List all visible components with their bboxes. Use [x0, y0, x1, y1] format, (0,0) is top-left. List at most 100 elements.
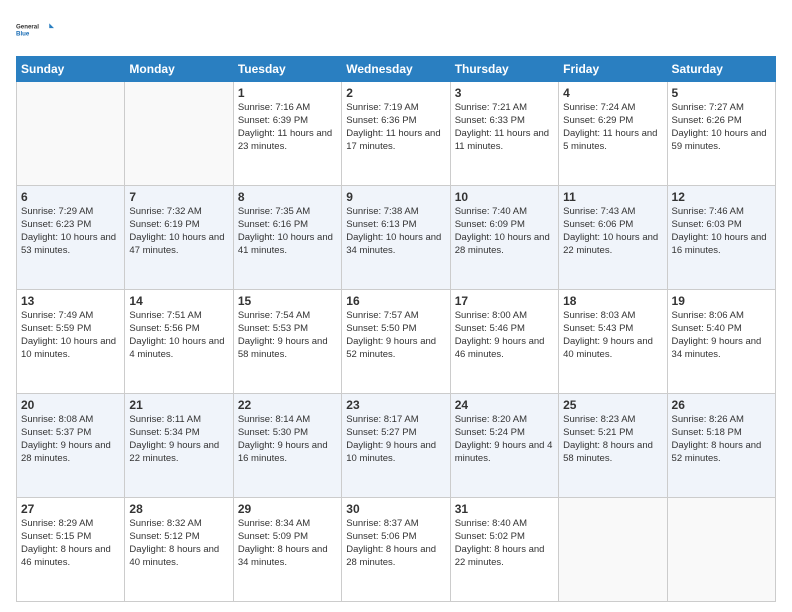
week-row-1: 1Sunrise: 7:16 AM Sunset: 6:39 PM Daylig… — [17, 82, 776, 186]
day-info-line: Sunset: 6:26 PM — [672, 115, 742, 126]
day-info-line: Daylight: 9 hours and 52 minutes. — [346, 336, 436, 360]
day-info-line: Sunrise: 8:32 AM — [129, 518, 201, 529]
header-wednesday: Wednesday — [342, 57, 450, 82]
day-info-line: Sunrise: 8:23 AM — [563, 414, 635, 425]
day-info-line: Sunrise: 7:21 AM — [455, 102, 527, 113]
day-cell: 2Sunrise: 7:19 AM Sunset: 6:36 PM Daylig… — [342, 82, 450, 186]
day-info-line: Sunset: 6:09 PM — [455, 219, 525, 230]
day-info-line: Sunset: 5:12 PM — [129, 531, 199, 542]
day-info-line: Sunset: 5:18 PM — [672, 427, 742, 438]
day-info-line: Daylight: 10 hours and 53 minutes. — [21, 232, 116, 256]
day-number: 4 — [563, 85, 662, 101]
day-cell: 15Sunrise: 7:54 AM Sunset: 5:53 PM Dayli… — [233, 290, 341, 394]
day-info-line: Daylight: 9 hours and 22 minutes. — [129, 440, 219, 464]
day-info-line: Sunrise: 7:27 AM — [672, 102, 744, 113]
day-info-line: Sunset: 5:50 PM — [346, 323, 416, 334]
day-info-line: Sunset: 6:16 PM — [238, 219, 308, 230]
day-info-line: Sunset: 5:59 PM — [21, 323, 91, 334]
svg-text:Blue: Blue — [16, 31, 30, 38]
day-info-line: Daylight: 10 hours and 4 minutes. — [129, 336, 224, 360]
day-cell — [17, 82, 125, 186]
day-info-line: Daylight: 8 hours and 58 minutes. — [563, 440, 653, 464]
day-number: 28 — [129, 501, 228, 517]
day-info-line: Sunset: 5:30 PM — [238, 427, 308, 438]
day-info-line: Daylight: 11 hours and 11 minutes. — [455, 128, 549, 152]
day-cell: 11Sunrise: 7:43 AM Sunset: 6:06 PM Dayli… — [559, 186, 667, 290]
day-info-line: Daylight: 8 hours and 52 minutes. — [672, 440, 762, 464]
day-info-line: Sunset: 5:06 PM — [346, 531, 416, 542]
day-cell: 8Sunrise: 7:35 AM Sunset: 6:16 PM Daylig… — [233, 186, 341, 290]
day-cell: 23Sunrise: 8:17 AM Sunset: 5:27 PM Dayli… — [342, 394, 450, 498]
day-number: 25 — [563, 397, 662, 413]
day-info-line: Sunset: 6:19 PM — [129, 219, 199, 230]
header-tuesday: Tuesday — [233, 57, 341, 82]
day-number: 18 — [563, 293, 662, 309]
day-info-line: Sunset: 6:03 PM — [672, 219, 742, 230]
day-info-line: Sunset: 6:13 PM — [346, 219, 416, 230]
day-info-line: Daylight: 9 hours and 4 minutes. — [455, 440, 553, 464]
day-cell — [667, 498, 775, 602]
day-cell: 14Sunrise: 7:51 AM Sunset: 5:56 PM Dayli… — [125, 290, 233, 394]
day-info-line: Sunset: 5:24 PM — [455, 427, 525, 438]
day-number: 2 — [346, 85, 445, 101]
header-friday: Friday — [559, 57, 667, 82]
day-info-line: Sunrise: 8:00 AM — [455, 310, 527, 321]
day-info-line: Sunset: 6:23 PM — [21, 219, 91, 230]
day-info-line: Sunrise: 8:29 AM — [21, 518, 93, 529]
day-number: 26 — [672, 397, 771, 413]
day-number: 13 — [21, 293, 120, 309]
logo-svg: General Blue — [16, 14, 54, 46]
day-info-line: Sunrise: 7:38 AM — [346, 206, 418, 217]
day-info-line: Daylight: 11 hours and 23 minutes. — [238, 128, 332, 152]
day-info-line: Daylight: 10 hours and 22 minutes. — [563, 232, 658, 256]
day-number: 20 — [21, 397, 120, 413]
day-cell: 27Sunrise: 8:29 AM Sunset: 5:15 PM Dayli… — [17, 498, 125, 602]
day-info-line: Sunrise: 8:17 AM — [346, 414, 418, 425]
day-info-line: Daylight: 10 hours and 10 minutes. — [21, 336, 116, 360]
day-number: 30 — [346, 501, 445, 517]
day-number: 15 — [238, 293, 337, 309]
day-cell — [125, 82, 233, 186]
week-row-2: 6Sunrise: 7:29 AM Sunset: 6:23 PM Daylig… — [17, 186, 776, 290]
day-number: 27 — [21, 501, 120, 517]
days-header-row: SundayMondayTuesdayWednesdayThursdayFrid… — [17, 57, 776, 82]
day-info-line: Daylight: 10 hours and 47 minutes. — [129, 232, 224, 256]
day-info-line: Sunset: 5:09 PM — [238, 531, 308, 542]
day-info-line: Sunrise: 8:08 AM — [21, 414, 93, 425]
day-cell: 22Sunrise: 8:14 AM Sunset: 5:30 PM Dayli… — [233, 394, 341, 498]
header: General Blue — [16, 10, 776, 50]
header-sunday: Sunday — [17, 57, 125, 82]
day-number: 14 — [129, 293, 228, 309]
day-info-line: Sunrise: 7:40 AM — [455, 206, 527, 217]
day-info-line: Sunset: 5:37 PM — [21, 427, 91, 438]
day-info-line: Sunrise: 8:14 AM — [238, 414, 310, 425]
day-info-line: Daylight: 8 hours and 34 minutes. — [238, 544, 328, 568]
day-info-line: Sunrise: 7:19 AM — [346, 102, 418, 113]
day-info-line: Sunset: 6:29 PM — [563, 115, 633, 126]
header-monday: Monday — [125, 57, 233, 82]
day-info-line: Sunrise: 8:26 AM — [672, 414, 744, 425]
day-info-line: Daylight: 8 hours and 46 minutes. — [21, 544, 111, 568]
day-info-line: Daylight: 8 hours and 40 minutes. — [129, 544, 219, 568]
day-info-line: Sunset: 5:56 PM — [129, 323, 199, 334]
day-number: 11 — [563, 189, 662, 205]
day-info-line: Daylight: 10 hours and 59 minutes. — [672, 128, 767, 152]
day-info-line: Daylight: 9 hours and 10 minutes. — [346, 440, 436, 464]
day-cell: 30Sunrise: 8:37 AM Sunset: 5:06 PM Dayli… — [342, 498, 450, 602]
day-info-line: Sunrise: 8:06 AM — [672, 310, 744, 321]
calendar: SundayMondayTuesdayWednesdayThursdayFrid… — [16, 56, 776, 602]
day-cell: 13Sunrise: 7:49 AM Sunset: 5:59 PM Dayli… — [17, 290, 125, 394]
day-info-line: Daylight: 10 hours and 34 minutes. — [346, 232, 441, 256]
day-info-line: Sunset: 6:06 PM — [563, 219, 633, 230]
day-info-line: Sunset: 5:53 PM — [238, 323, 308, 334]
day-info-line: Daylight: 9 hours and 28 minutes. — [21, 440, 111, 464]
day-info-line: Sunrise: 8:20 AM — [455, 414, 527, 425]
day-number: 17 — [455, 293, 554, 309]
week-row-3: 13Sunrise: 7:49 AM Sunset: 5:59 PM Dayli… — [17, 290, 776, 394]
day-cell: 29Sunrise: 8:34 AM Sunset: 5:09 PM Dayli… — [233, 498, 341, 602]
day-info-line: Sunrise: 7:57 AM — [346, 310, 418, 321]
day-info-line: Sunrise: 7:46 AM — [672, 206, 744, 217]
day-info-line: Daylight: 9 hours and 40 minutes. — [563, 336, 653, 360]
day-info-line: Sunrise: 7:24 AM — [563, 102, 635, 113]
day-info-line: Sunrise: 7:51 AM — [129, 310, 201, 321]
